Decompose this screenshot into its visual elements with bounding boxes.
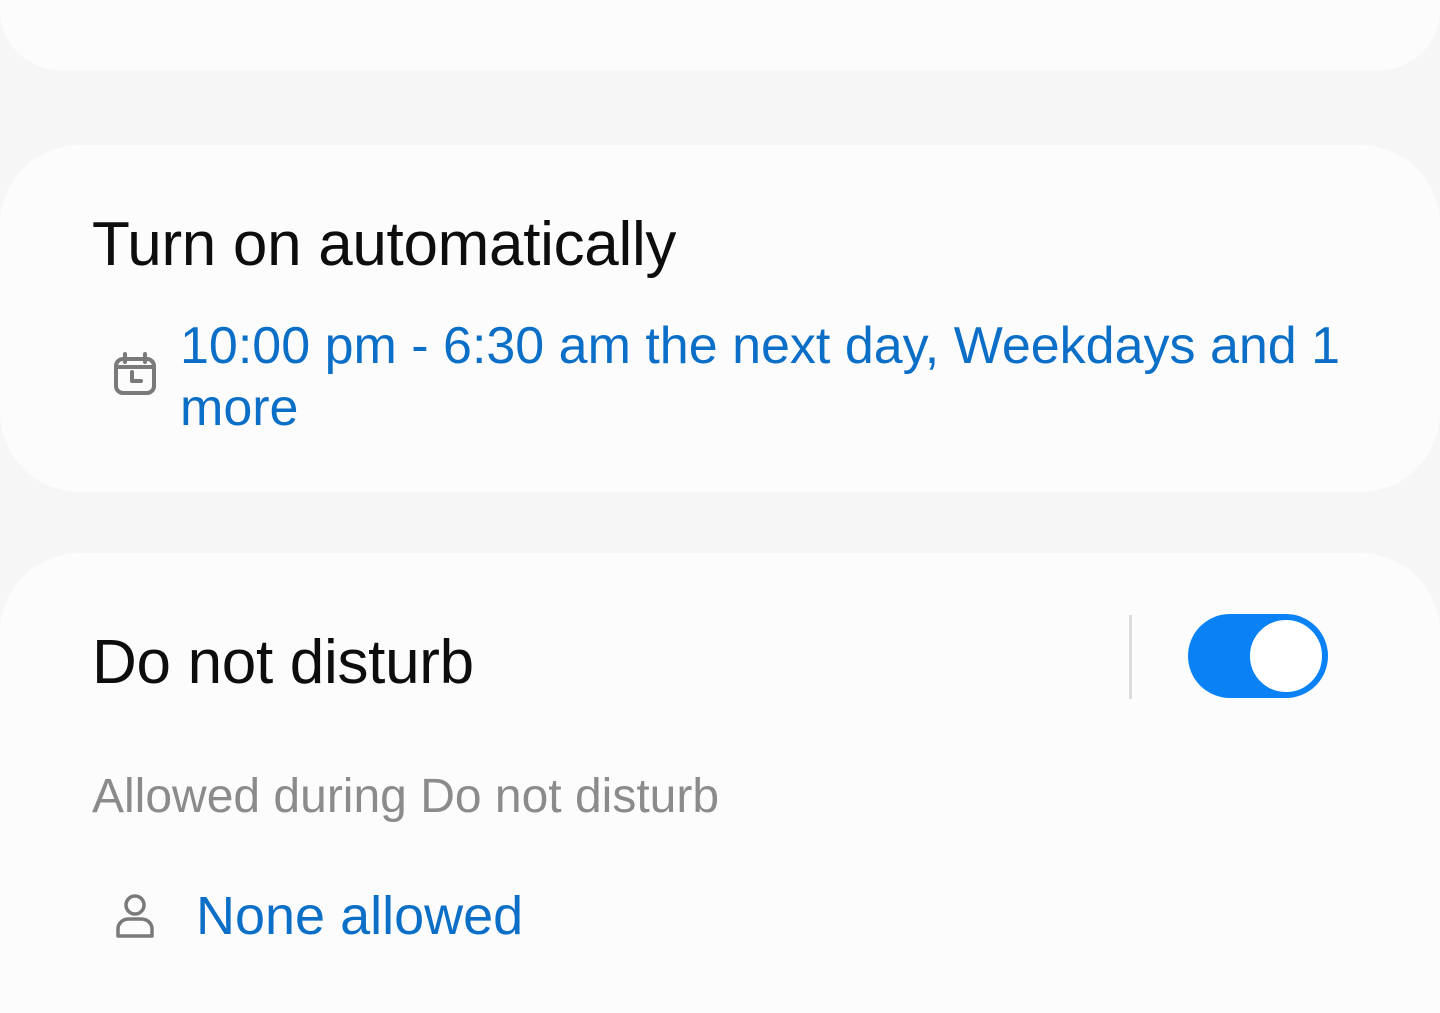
do-not-disturb-title[interactable]: Do not disturb	[92, 627, 474, 698]
turn-on-automatically-title: Turn on automatically	[92, 210, 677, 279]
toggle-divider	[1129, 615, 1132, 699]
people-allowed-link[interactable]: None allowed	[196, 885, 523, 947]
calendar-clock-icon	[114, 352, 156, 395]
toggle-knob	[1246, 616, 1326, 696]
do-not-disturb-toggle[interactable]	[1188, 614, 1328, 698]
allowed-during-dnd-label: Allowed during Do not disturb	[92, 770, 720, 823]
do-not-disturb-card: Do not disturb Allowed during Do not dis…	[0, 553, 1440, 1013]
person-icon	[116, 894, 154, 938]
previous-settings-card	[0, 0, 1440, 70]
turn-on-automatically-card[interactable]: Turn on automatically 10:00 pm - 6:30 am…	[0, 145, 1440, 492]
schedule-summary-link[interactable]: 10:00 pm - 6:30 am the next day, Weekday…	[180, 315, 1360, 439]
